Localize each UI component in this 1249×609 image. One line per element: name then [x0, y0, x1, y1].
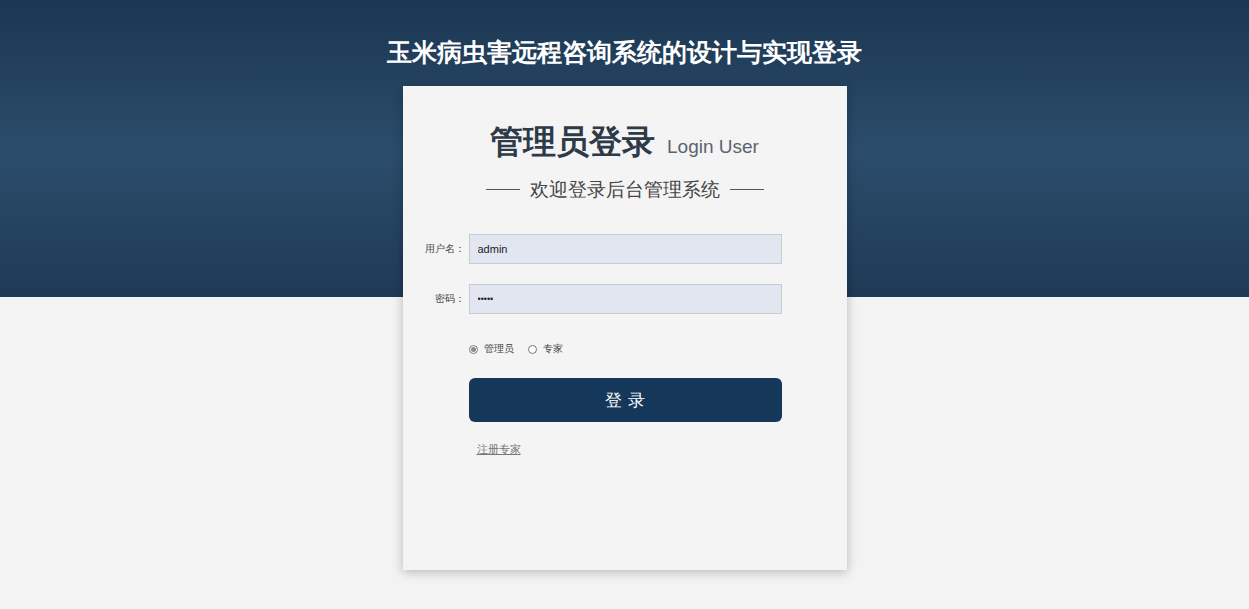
card-heading: 管理员登录 [490, 120, 655, 164]
role-label: 管理员 [484, 342, 514, 356]
card-heading-en: Login User [667, 136, 759, 158]
field-label: 密码： [415, 292, 465, 306]
password-input[interactable] [469, 284, 782, 314]
page-title: 玉米病虫害远程咨询系统的设计与实现登录 [387, 36, 862, 70]
login-card: 管理员登录 Login User 欢迎登录后台管理系统用户名： 密码： 管理员 专家登 录… [403, 86, 847, 570]
heading-row: 管理员登录 Login User [403, 120, 847, 164]
role-group: 管理员 专家 [403, 342, 847, 356]
role-option[interactable]: 管理员 [469, 342, 514, 356]
login-form: 用户名： 密码： [403, 234, 847, 314]
register-link[interactable]: 注册专家 [477, 442, 521, 457]
role-label: 专家 [543, 342, 563, 356]
card-subtitle: 欢迎登录后台管理系统 [530, 176, 720, 202]
field-row: 用户名： [403, 234, 847, 264]
subtitle-row: 欢迎登录后台管理系统 [403, 176, 847, 202]
field-row: 密码： [403, 284, 847, 314]
role-option[interactable]: 专家 [528, 342, 563, 356]
radio-icon[interactable] [469, 345, 478, 354]
dash-line [486, 189, 520, 190]
login-button[interactable]: 登 录 [469, 378, 782, 422]
radio-icon[interactable] [528, 345, 537, 354]
username-input[interactable] [469, 234, 782, 264]
login-page: 玉米病虫害远程咨询系统的设计与实现登录管理员登录 Login User 欢迎登录后台… [0, 0, 1249, 609]
dash-line [730, 189, 764, 190]
field-label: 用户名： [415, 242, 465, 256]
